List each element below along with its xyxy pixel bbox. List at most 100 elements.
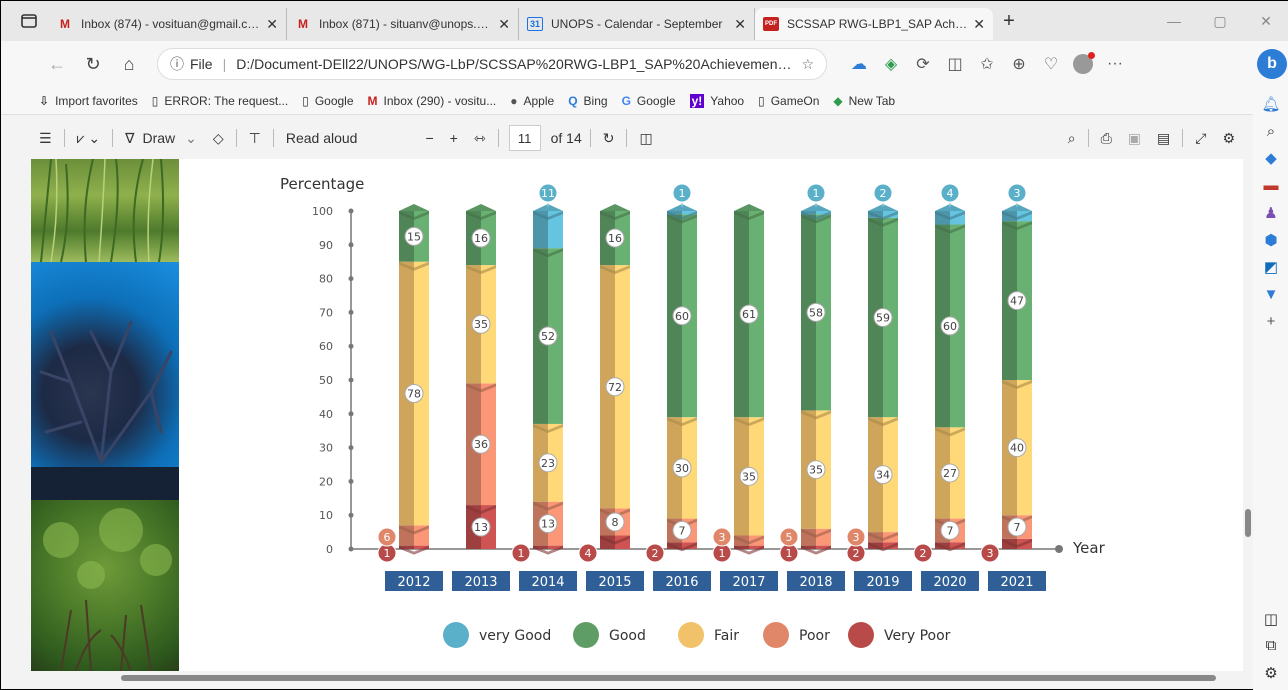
close-tab-icon[interactable]: ✕ [266,16,278,33]
close-tab-icon[interactable]: ✕ [973,16,985,33]
cloud-icon[interactable]: ☁ [843,48,875,80]
office-icon[interactable]: ⬢ [1259,231,1283,249]
pdf-toolbar: ☰ ⩗ ⌄ ∇ Draw ⌄ ◇ ⊤ Read aloud − + ⇿ 11 of … [31,117,1243,159]
home-icon[interactable]: ⌂ [111,46,147,82]
outlook-icon[interactable]: ◩ [1259,258,1283,276]
gmail-icon: M [367,93,378,108]
vertical-scroll-thumb[interactable] [1245,509,1251,537]
vertical-scrollbar[interactable] [1243,117,1253,673]
page-view-icon[interactable]: ◫ [631,130,660,147]
external-link-icon[interactable]: ⧉ [1259,637,1283,655]
text-box-icon[interactable]: ⊤ [241,130,269,147]
eraser-icon[interactable]: ◇ [205,130,232,147]
edge-sidebar: 🔔︎ ⌕ ◆ ▬ ♟ ⬢ ◩ ▼ + ◫ ⧉ ⚙ [1253,87,1288,690]
contents-icon[interactable]: ☰ [31,130,60,147]
favorite-star-icon[interactable]: ☆ [801,56,814,73]
add-icon[interactable]: + [1259,312,1283,330]
data-label: 13 [541,518,555,531]
favorite-bing[interactable]: Q Bing [568,94,607,108]
shopping-tag-icon[interactable]: ◆ [1259,149,1283,167]
fullscreen-icon[interactable]: ⤢ [1187,130,1214,147]
pdf-icon: PDF [763,17,779,31]
y-tick-mark [348,478,354,484]
divider [63,129,65,147]
search-icon[interactable]: ⌕ [1060,130,1084,147]
data-label: 35 [809,464,823,477]
tab-pdf-active[interactable]: PDF SCSSAP RWG-LBP1_SAP Achieve ✕ [755,8,993,40]
back-icon[interactable]: ← [39,46,75,82]
toolbox-icon[interactable]: ▬ [1259,177,1283,195]
address-bar[interactable]: ⓘ File | D:/Document-DEll22/UNOPS/WG-LbP… [157,48,827,80]
horizontal-scroll-thumb[interactable] [121,675,1216,681]
favorite-gameon[interactable]: ▯ GameOn [758,94,819,108]
y-tick-mark [348,343,354,349]
data-label: 27 [943,467,957,480]
favorite-newtab[interactable]: ◆ New Tab [833,94,895,108]
settings-icon[interactable]: ⚙ [1214,130,1243,147]
close-window-icon[interactable]: ✕ [1243,1,1288,41]
new-tab-button[interactable]: + [993,10,1025,33]
highlight-icon[interactable]: ⩗ ⌄ [69,130,109,147]
copilot-icon[interactable]: b [1257,49,1287,79]
data-label: 35 [474,318,488,331]
favorite-import[interactable]: ⇩ Import favorites [39,94,138,108]
close-tab-icon[interactable]: ✕ [498,16,510,33]
profile-avatar[interactable] [1067,48,1099,80]
tab-calendar[interactable]: 31 UNOPS - Calendar - September ✕ [519,8,755,40]
legend-label: Poor [799,628,830,644]
favorite-google-2[interactable]: G Google [622,94,676,108]
favorite-yahoo[interactable]: y! Yahoo [689,93,745,108]
window-controls: — ▢ ✕ [1151,1,1288,41]
performance-icon[interactable]: ♡ [1035,48,1067,80]
favorite-error[interactable]: ▯ ERROR: The request... [152,94,288,108]
favorite-apple[interactable]: ● Apple [510,94,554,108]
collections-icon[interactable]: ⊕ [1003,48,1035,80]
draw-button[interactable]: ∇ Draw ⌄ [117,130,205,147]
zoom-out-button[interactable]: − [417,130,441,146]
notification-bell-icon[interactable]: 🔔︎ [1259,95,1283,113]
zoom-in-button[interactable]: + [442,130,466,146]
extension-icon[interactable]: ◈ [875,48,907,80]
yahoo-icon: y! [689,93,705,108]
favorites-icon[interactable]: ✩ [971,48,1003,80]
refresh-icon[interactable]: ↻ [75,46,111,82]
data-label: 7 [1014,521,1021,534]
print-icon[interactable]: ⎙ [1093,130,1120,147]
google-icon: G [621,93,631,108]
drop-icon[interactable]: ▼ [1259,285,1283,303]
read-aloud-button[interactable]: Read aloud [278,130,366,146]
close-tab-icon[interactable]: ✕ [734,16,746,33]
rotate-icon[interactable]: ↻ [595,130,623,147]
split-screen-icon[interactable]: ◫ [939,48,971,80]
divider [589,129,591,147]
favorite-label: Yahoo [710,93,745,108]
games-icon[interactable]: ♟ [1259,204,1283,222]
save-as-icon[interactable]: ▤ [1149,130,1178,147]
sidebar-settings-icon[interactable]: ⚙ [1259,664,1283,682]
info-icon[interactable]: ⓘ [170,54,184,74]
data-label: 7 [947,524,954,537]
y-tick-label: 0 [326,543,333,556]
navigation-bar: ← ↻ ⌂ ⓘ File | D:/Document-DEll22/UNOPS/… [1,41,1288,87]
horizontal-scrollbar[interactable] [31,671,1243,685]
data-label: 3 [853,531,860,544]
tab-gmail-2[interactable]: M Inbox (871) - situanv@unops.org ✕ [287,8,519,40]
y-tick-mark [348,445,354,451]
sidebar-toggle-icon[interactable]: ◫ [1259,610,1283,628]
stacked-bar-chart: Percentage Year 0 10 20 30 40 50 60 70 80 90 100 1… [280,175,1106,648]
minimize-icon[interactable]: — [1151,1,1197,41]
pdf-page: Percentage Year 0 10 20 30 40 50 60 70 80 90 100 1… [31,159,1243,671]
page-number-input[interactable]: 11 [508,125,541,151]
search-icon[interactable]: ⌕ [1259,122,1283,140]
maximize-icon[interactable]: ▢ [1197,1,1243,41]
data-label: 8 [612,516,619,529]
fit-width-icon[interactable]: ⇿ [466,130,494,147]
tab-gmail-1[interactable]: M Inbox (874) - vosituan@gmail.com ✕ [49,8,287,40]
tab-actions-button[interactable] [9,7,49,35]
tab-actions-icon [21,14,37,28]
favorite-google[interactable]: ▯ Google [302,94,353,108]
save-icon[interactable]: ▣ [1120,130,1149,147]
more-menu-icon[interactable]: ··· [1099,48,1131,80]
puzzle-icon[interactable]: ⟳ [907,48,939,80]
favorite-inbox[interactable]: M Inbox (290) - vositu... [368,94,497,108]
